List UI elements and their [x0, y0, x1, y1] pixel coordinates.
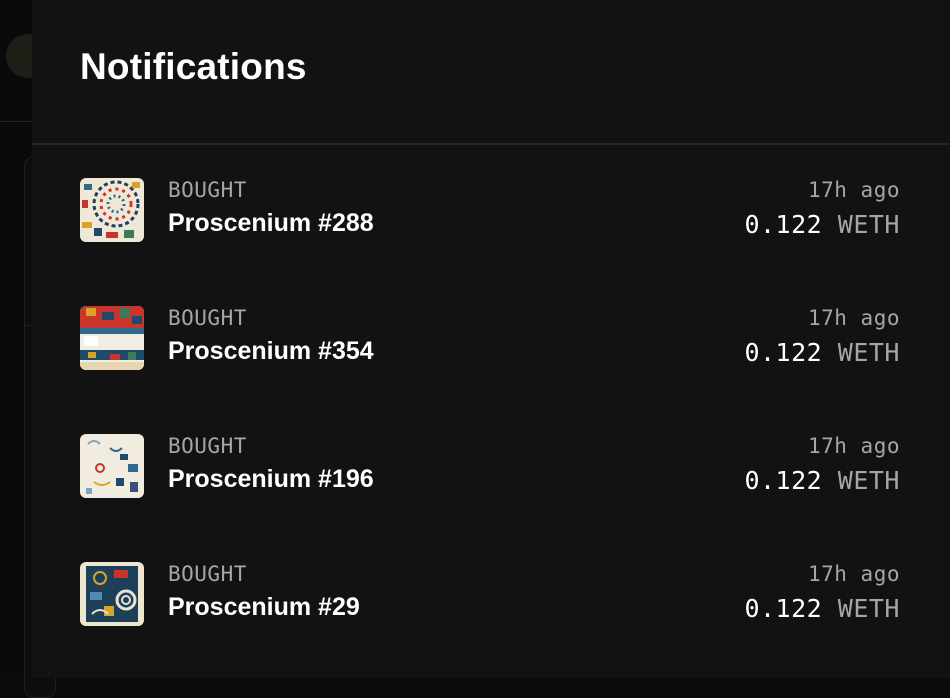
notification-kind: BOUGHT: [168, 434, 247, 458]
notification-price: 0.122 WETH: [744, 594, 900, 623]
price-currency: WETH: [837, 338, 900, 367]
notification-price: 0.122 WETH: [744, 466, 900, 495]
notification-item-name[interactable]: Proscenium #196: [168, 465, 374, 494]
notification-price: 0.122 WETH: [744, 210, 900, 239]
notification-list: BOUGHT Proscenium #288 17h ago 0.122 WET…: [80, 176, 900, 688]
price-currency: WETH: [837, 210, 900, 239]
notification-kind: BOUGHT: [168, 178, 247, 202]
price-currency: WETH: [837, 466, 900, 495]
artwork-thumbnail: [80, 178, 144, 242]
artwork-thumbnail: [80, 306, 144, 370]
notification-item[interactable]: BOUGHT Proscenium #288 17h ago 0.122 WET…: [80, 176, 900, 304]
notification-price: 0.122 WETH: [744, 338, 900, 367]
notification-item-name[interactable]: Proscenium #288: [168, 209, 374, 238]
notification-time: 17h ago: [807, 306, 900, 330]
notification-kind: BOUGHT: [168, 562, 247, 586]
price-amount: 0.122: [744, 210, 823, 239]
notification-time: 17h ago: [807, 434, 900, 458]
price-amount: 0.122: [744, 338, 823, 367]
notification-time: 17h ago: [807, 178, 900, 202]
notification-kind: BOUGHT: [168, 306, 247, 330]
artwork-thumbnail: [80, 434, 144, 498]
notification-item[interactable]: BOUGHT Proscenium #196 17h ago 0.122 WET…: [80, 432, 900, 560]
price-currency: WETH: [837, 594, 900, 623]
notification-item-name[interactable]: Proscenium #354: [168, 337, 374, 366]
artwork-thumbnail: [80, 562, 144, 626]
notification-item-name[interactable]: Proscenium #29: [168, 593, 360, 622]
notifications-panel: Notifications BOUGHT Proscenium #288 17h…: [32, 0, 950, 678]
notification-item[interactable]: BOUGHT Proscenium #354 17h ago 0.122 WET…: [80, 304, 900, 432]
panel-title: Notifications: [80, 46, 307, 87]
notification-item[interactable]: BOUGHT Proscenium #29 17h ago 0.122 WETH: [80, 560, 900, 688]
price-amount: 0.122: [744, 594, 823, 623]
price-amount: 0.122: [744, 466, 823, 495]
notification-time: 17h ago: [807, 562, 900, 586]
notifications-header: Notifications: [32, 0, 950, 145]
